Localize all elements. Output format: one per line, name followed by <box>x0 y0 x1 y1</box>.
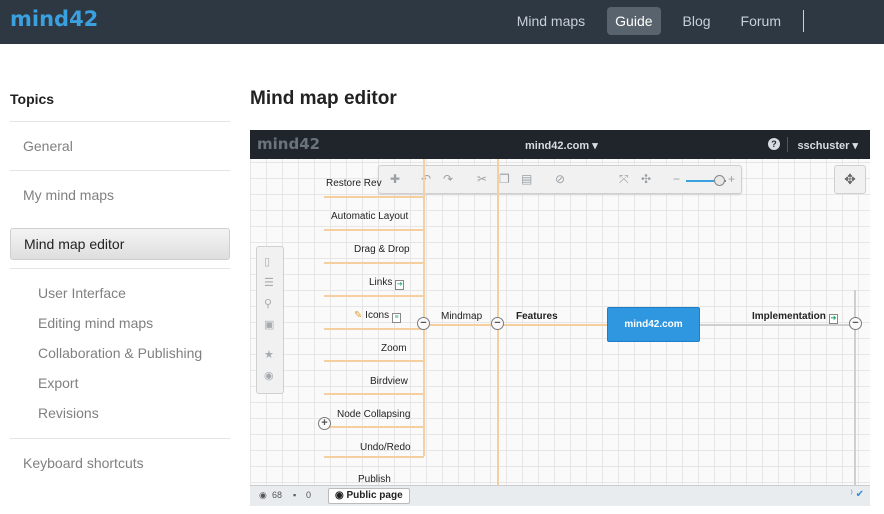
node-underline <box>424 324 498 326</box>
nav-guide[interactable]: Guide <box>607 7 661 35</box>
node-underline <box>324 328 424 330</box>
topics-sidebar: Topics General My mind maps Mind map edi… <box>10 44 230 487</box>
list-icon: ☰ <box>264 277 274 289</box>
sidebar-subitem-collaboration[interactable]: Collaboration & Publishing <box>10 338 230 368</box>
editor-user-menu: sschuster ▾ <box>797 140 858 152</box>
note-icon: ▯ <box>264 256 271 268</box>
comments-count: 0 <box>306 490 312 500</box>
link-attachment-icon: ➜ <box>828 314 838 324</box>
redo-icon: ↷ <box>443 172 454 186</box>
nav-mind-maps[interactable]: Mind maps <box>509 7 593 35</box>
zoom-out-icon: − <box>673 172 681 186</box>
mind42-logo[interactable]: mind42 <box>10 7 98 31</box>
star-icon: ★ <box>264 349 274 361</box>
node-zoom: Zoom <box>381 343 407 354</box>
editor-side-toolbar: ▯ ☰ ⚲ ▣ ★ ◉ <box>256 246 284 394</box>
nav-blog[interactable]: Blog <box>675 7 719 35</box>
sidebar-subitem-editing-mind-maps[interactable]: Editing mind maps <box>10 308 230 338</box>
cut-icon: ✂ <box>477 172 488 186</box>
node-underline <box>324 360 424 362</box>
editor-logo: mind42 <box>257 135 321 153</box>
help-icon: ? <box>768 138 780 150</box>
pencil-icon: ✎ <box>354 310 363 321</box>
expand-plus-icon: + <box>318 417 331 430</box>
node-underline <box>324 229 424 231</box>
public-page-button: ◉ Public page <box>328 488 410 504</box>
node-birdview: Birdview <box>370 376 408 387</box>
sidebar-title: Topics <box>10 91 55 107</box>
sidebar-item-general[interactable]: General <box>10 121 230 170</box>
note-attachment-icon: ≡ <box>392 313 402 323</box>
node-automatic-layout: Automatic Layout <box>331 211 409 222</box>
nav-divider <box>803 10 804 32</box>
delete-icon: ⊘ <box>555 172 566 186</box>
node-underline <box>324 393 424 395</box>
zoom-slider-knob <box>714 175 725 186</box>
paste-icon: ▤ <box>521 172 533 186</box>
link-icon: ⚲ <box>264 298 273 310</box>
node-underline <box>498 324 607 326</box>
collapse-minus-icon: − <box>417 317 430 330</box>
sidebar-item-my-mind-maps[interactable]: My mind maps <box>10 170 230 219</box>
views-count: 68 <box>272 490 283 500</box>
node-restore-revisions: Restore Rev <box>326 178 382 189</box>
editor-statusbar: ◉ 68 ▪ 0 ◉ Public page ⁾ ✔ <box>250 485 870 506</box>
node-underline <box>324 196 424 198</box>
collapse-minus-icon: − <box>491 317 504 330</box>
node-underline <box>324 426 424 428</box>
views-eye-icon: ◉ <box>259 490 267 500</box>
sidebar-subitem-export[interactable]: Export <box>10 368 230 398</box>
fit-icon: ⤧ <box>619 172 629 186</box>
node-underline <box>700 324 856 326</box>
node-icons: ✎ Icons ≡ <box>354 310 402 323</box>
zoom-in-icon: + <box>728 172 736 186</box>
page-title: Mind map editor <box>250 88 397 109</box>
comments-icon: ▪ <box>293 490 297 500</box>
sync-status-icon: ⁾ ✔ <box>850 489 864 500</box>
top-navigation-bar: mind42 Mind maps Guide Blog Forum <box>0 0 884 44</box>
editor-toolbar: ✚ ↶ ↷ ✂ ❐ ▤ ⊘ ⤧ ✣ − + <box>378 165 742 194</box>
central-node: mind42.com <box>607 307 700 342</box>
node-links: Links ➜ <box>369 277 405 290</box>
editor-topbar: mind42 mind42.com ▾ ? sschuster ▾ <box>250 130 870 159</box>
node-features: Features <box>516 311 558 322</box>
node-collapsing: Node Collapsing <box>337 409 411 420</box>
editor-map-title: mind42.com ▾ <box>525 140 598 152</box>
sidebar-subitem-revisions[interactable]: Revisions <box>10 398 230 428</box>
sidebar-subitems: User Interface Editing mind maps Collabo… <box>10 268 230 438</box>
node-mindmap: Mindmap <box>441 311 483 322</box>
copy-icon: ❐ <box>499 172 510 186</box>
node-undo-redo: Undo/Redo <box>360 442 411 453</box>
node-underline <box>324 262 424 264</box>
palette-icon: ◉ <box>264 370 274 382</box>
sidebar-item-keyboard-shortcuts[interactable]: Keyboard shortcuts <box>10 438 230 487</box>
main-nav: Mind maps Guide Blog Forum <box>495 6 884 36</box>
collapse-minus-icon: − <box>849 317 862 330</box>
editor-topbar-divider <box>787 137 788 152</box>
node-underline <box>324 295 424 297</box>
sidebar-subitem-user-interface[interactable]: User Interface <box>10 278 230 308</box>
branch-line <box>423 159 425 456</box>
center-icon: ✣ <box>641 172 652 186</box>
editor-screenshot: mind42 mind42.com ▾ ? sschuster ▾ ✚ ↶ ↷ … <box>250 130 870 506</box>
link-attachment-icon: ➜ <box>395 280 405 290</box>
nav-forum[interactable]: Forum <box>733 7 789 35</box>
navigate-icon: ✥ <box>834 165 866 194</box>
image-icon: ▣ <box>264 319 275 331</box>
node-underline <box>324 456 424 458</box>
add-node-icon: ✚ <box>390 172 401 186</box>
node-implementation: Implementation ➜ <box>752 311 838 324</box>
eye-icon: ◉ <box>335 490 344 501</box>
node-publish: Publish <box>358 474 391 485</box>
node-drag-drop: Drag & Drop <box>354 244 410 255</box>
sidebar-item-mind-map-editor[interactable]: Mind map editor <box>10 228 230 260</box>
